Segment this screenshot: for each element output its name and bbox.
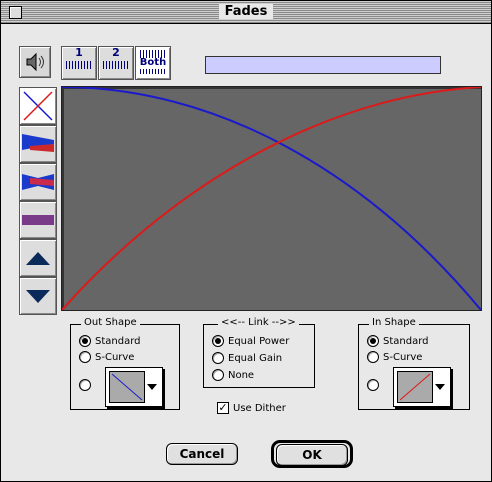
move-down-button[interactable] bbox=[19, 277, 57, 315]
link-legend: <<-- Link -->> bbox=[218, 317, 299, 328]
in-standard-radio[interactable]: Standard bbox=[367, 335, 429, 347]
crossfade-waveform-tool[interactable] bbox=[19, 163, 57, 201]
radio-off-icon bbox=[212, 352, 224, 364]
none-radio[interactable]: None bbox=[212, 369, 254, 381]
radio-off-icon bbox=[367, 351, 379, 363]
fade-out-waveform-icon bbox=[22, 134, 54, 152]
equal-gain-radio[interactable]: Equal Gain bbox=[212, 352, 282, 364]
speaker-icon bbox=[26, 52, 44, 72]
out-standard-label: Standard bbox=[95, 335, 141, 347]
out-shape-group: Out Shape Standard S-Curve bbox=[70, 317, 180, 410]
out-shape-popup[interactable] bbox=[105, 367, 163, 407]
radio-off-icon bbox=[79, 351, 91, 363]
fade-in-curve bbox=[61, 86, 482, 311]
up-arrow-icon bbox=[26, 252, 50, 265]
radio-on-icon bbox=[212, 335, 224, 347]
out-scurve-label: S-Curve bbox=[95, 351, 135, 363]
waveform-icon bbox=[140, 69, 166, 74]
use-dither-checkbox[interactable]: ✓ Use Dither bbox=[217, 402, 286, 414]
chevron-down-icon bbox=[435, 384, 445, 390]
equal-power-label: Equal Power bbox=[228, 335, 290, 347]
fade-in-preview-icon bbox=[399, 373, 431, 401]
both-tracks-button[interactable]: Both bbox=[135, 46, 171, 80]
chevron-down-icon bbox=[147, 384, 157, 390]
equal-power-radio[interactable]: Equal Power bbox=[212, 335, 289, 347]
in-scurve-label: S-Curve bbox=[383, 351, 423, 363]
out-scurve-radio[interactable]: S-Curve bbox=[79, 351, 134, 363]
radio-on-icon bbox=[367, 335, 379, 347]
ok-button-ring: OK bbox=[271, 440, 353, 468]
fade-curve-graph[interactable] bbox=[61, 86, 482, 311]
fades-window: Fades 1 2 Both Out Shape Standard S-Curv… bbox=[0, 0, 492, 482]
use-dither-label: Use Dither bbox=[233, 402, 286, 414]
radio-off-icon bbox=[212, 369, 224, 381]
radio-on-icon bbox=[79, 335, 91, 347]
crossfade-waveform-icon bbox=[22, 174, 54, 190]
in-custom-radio[interactable] bbox=[367, 379, 379, 391]
flat-tool[interactable] bbox=[19, 201, 57, 239]
radio-off-icon bbox=[367, 379, 379, 391]
none-label: None bbox=[228, 369, 255, 381]
flat-bar-icon bbox=[22, 215, 54, 225]
radio-off-icon bbox=[79, 379, 91, 391]
speaker-button[interactable] bbox=[19, 46, 51, 78]
crossfade-icon bbox=[23, 91, 53, 121]
track-1-label: 1 bbox=[75, 46, 83, 59]
in-shape-group: In Shape Standard S-Curve bbox=[358, 317, 470, 410]
fade-out-curve bbox=[61, 86, 482, 311]
in-shape-popup[interactable] bbox=[393, 367, 451, 407]
in-shape-legend: In Shape bbox=[369, 317, 419, 328]
equal-gain-label: Equal Gain bbox=[228, 352, 283, 364]
window-title: Fades bbox=[218, 4, 274, 19]
track-2-label: 2 bbox=[112, 46, 120, 59]
in-standard-label: Standard bbox=[383, 335, 429, 347]
out-standard-radio[interactable]: Standard bbox=[79, 335, 141, 347]
cancel-button[interactable]: Cancel bbox=[166, 443, 238, 465]
out-shape-legend: Out Shape bbox=[81, 317, 140, 328]
crossfade-tool[interactable] bbox=[19, 87, 57, 125]
ok-button[interactable]: OK bbox=[276, 444, 348, 466]
fade-out-tool[interactable] bbox=[19, 125, 57, 163]
fade-curves bbox=[61, 86, 482, 311]
waveform-icon bbox=[103, 61, 129, 69]
down-arrow-icon bbox=[26, 290, 50, 303]
fade-name-field[interactable] bbox=[205, 56, 441, 74]
move-up-button[interactable] bbox=[19, 239, 57, 277]
track-1-button[interactable]: 1 bbox=[61, 46, 97, 80]
both-label: Both bbox=[139, 57, 167, 68]
fade-out-preview-icon bbox=[111, 373, 143, 401]
in-scurve-radio[interactable]: S-Curve bbox=[367, 351, 422, 363]
track-2-button[interactable]: 2 bbox=[98, 46, 134, 80]
title-bar[interactable]: Fades bbox=[1, 1, 491, 24]
waveform-icon bbox=[66, 61, 92, 69]
out-custom-radio[interactable] bbox=[79, 379, 91, 391]
checkmark-icon: ✓ bbox=[217, 401, 229, 414]
link-group: <<-- Link -->> Equal Power Equal Gain No… bbox=[203, 317, 315, 388]
